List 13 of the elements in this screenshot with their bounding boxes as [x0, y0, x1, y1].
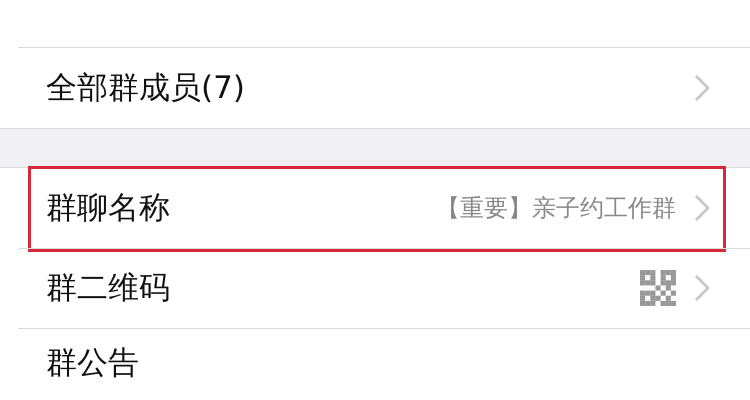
chevron-icon	[694, 274, 710, 302]
settings-row[interactable]: 全部群成员(7)	[0, 48, 750, 128]
row-label: 群二维码	[46, 268, 170, 308]
qr-code-icon	[640, 270, 676, 306]
row-label: 群公告	[46, 344, 139, 383]
row-label: 全部群成员(7)	[46, 68, 245, 108]
settings-row[interactable]: 群二维码	[0, 248, 750, 328]
settings-row[interactable]: 群公告	[0, 328, 750, 398]
chevron-icon	[694, 74, 710, 102]
chevron-icon	[694, 194, 710, 222]
row-label: 群聊名称	[46, 188, 170, 228]
row-value: 【重要】亲子约工作群	[436, 193, 676, 224]
settings-row[interactable]: 群聊名称 【重要】亲子约工作群	[0, 168, 750, 248]
